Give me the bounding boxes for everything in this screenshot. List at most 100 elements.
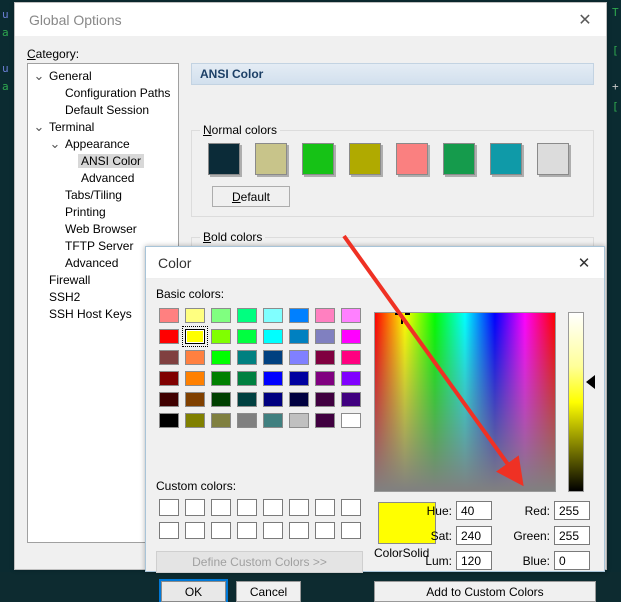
basic-color-cell-13[interactable] <box>286 326 312 347</box>
basic-color-cell-33[interactable] <box>182 389 208 410</box>
custom-color-cell-9[interactable] <box>182 520 208 541</box>
color-gradient-field[interactable] <box>374 312 556 492</box>
basic-color-cell-19[interactable] <box>234 347 260 368</box>
basic-color-cell-20[interactable] <box>260 347 286 368</box>
tree-item-ansi-color[interactable]: ANSI Color <box>28 152 178 169</box>
basic-color-cell-4[interactable] <box>260 305 286 326</box>
basic-color-cell-12[interactable] <box>260 326 286 347</box>
normal-color-swatch-7[interactable] <box>537 143 569 175</box>
close-icon[interactable]: ✕ <box>564 248 604 278</box>
blue-input[interactable]: 0 <box>554 551 590 570</box>
tree-item-configuration-paths[interactable]: Configuration Paths <box>28 84 178 101</box>
custom-color-cell-14[interactable] <box>312 520 338 541</box>
basic-color-cell-3[interactable] <box>234 305 260 326</box>
sat-input[interactable]: 240 <box>456 526 492 545</box>
custom-color-cell-3[interactable] <box>234 497 260 518</box>
custom-color-cell-1[interactable] <box>182 497 208 518</box>
green-input[interactable]: 255 <box>554 526 590 545</box>
chevron-down-icon[interactable]: ⌄ <box>48 137 62 150</box>
basic-color-cell-40[interactable] <box>156 410 182 431</box>
basic-color-cell-38[interactable] <box>312 389 338 410</box>
basic-color-cell-32[interactable] <box>156 389 182 410</box>
normal-color-swatch-2[interactable] <box>302 143 334 175</box>
custom-color-cell-0[interactable] <box>156 497 182 518</box>
close-icon[interactable]: ✕ <box>564 4 606 36</box>
basic-color-cell-31[interactable] <box>338 368 364 389</box>
basic-color-cell-7[interactable] <box>338 305 364 326</box>
basic-color-cell-10[interactable] <box>208 326 234 347</box>
basic-color-cell-15[interactable] <box>338 326 364 347</box>
basic-color-cell-37[interactable] <box>286 389 312 410</box>
custom-color-cell-6[interactable] <box>312 497 338 518</box>
tree-item-appearance[interactable]: ⌄ Appearance <box>28 135 178 152</box>
tree-item-general[interactable]: ⌄ General <box>28 67 178 84</box>
chevron-down-icon[interactable]: ⌄ <box>32 120 46 133</box>
hue-input[interactable]: 40 <box>456 501 492 520</box>
basic-color-cell-42[interactable] <box>208 410 234 431</box>
normal-color-swatch-5[interactable] <box>443 143 475 175</box>
custom-color-cell-7[interactable] <box>338 497 364 518</box>
custom-color-cell-4[interactable] <box>260 497 286 518</box>
basic-color-cell-27[interactable] <box>234 368 260 389</box>
normal-color-swatch-1[interactable] <box>255 143 287 175</box>
basic-color-cell-34[interactable] <box>208 389 234 410</box>
basic-color-cell-5[interactable] <box>286 305 312 326</box>
normal-colors-swatch-row[interactable] <box>208 143 569 175</box>
basic-color-cell-8[interactable] <box>156 326 182 347</box>
basic-color-cell-28[interactable] <box>260 368 286 389</box>
normal-color-swatch-4[interactable] <box>396 143 428 175</box>
basic-color-cell-39[interactable] <box>338 389 364 410</box>
basic-color-cell-18[interactable] <box>208 347 234 368</box>
basic-colors-grid[interactable] <box>156 305 364 431</box>
define-custom-colors-button[interactable]: Define Custom Colors >> <box>156 551 363 573</box>
basic-color-cell-26[interactable] <box>208 368 234 389</box>
basic-color-cell-9[interactable] <box>182 326 208 347</box>
basic-color-cell-46[interactable] <box>312 410 338 431</box>
basic-color-cell-22[interactable] <box>312 347 338 368</box>
custom-color-cell-11[interactable] <box>234 520 260 541</box>
lum-input[interactable]: 120 <box>456 551 492 570</box>
tree-item-printing[interactable]: Printing <box>28 203 178 220</box>
basic-color-cell-35[interactable] <box>234 389 260 410</box>
basic-color-cell-21[interactable] <box>286 347 312 368</box>
hue-saturation-gradient[interactable] <box>375 313 555 491</box>
ok-button[interactable]: OK <box>159 579 228 602</box>
default-button[interactable]: Default <box>212 186 290 207</box>
custom-color-cell-12[interactable] <box>260 520 286 541</box>
basic-color-cell-17[interactable] <box>182 347 208 368</box>
basic-color-cell-29[interactable] <box>286 368 312 389</box>
chevron-down-icon[interactable]: ⌄ <box>32 69 46 82</box>
basic-color-cell-36[interactable] <box>260 389 286 410</box>
custom-color-cell-13[interactable] <box>286 520 312 541</box>
cancel-button[interactable]: Cancel <box>236 581 301 602</box>
basic-color-cell-0[interactable] <box>156 305 182 326</box>
normal-color-swatch-3[interactable] <box>349 143 381 175</box>
custom-color-cell-2[interactable] <box>208 497 234 518</box>
add-to-custom-colors-button[interactable]: Add to Custom Colors <box>374 581 596 602</box>
red-input[interactable]: 255 <box>554 501 590 520</box>
basic-color-cell-45[interactable] <box>286 410 312 431</box>
basic-color-cell-23[interactable] <box>338 347 364 368</box>
normal-color-swatch-0[interactable] <box>208 143 240 175</box>
basic-color-cell-14[interactable] <box>312 326 338 347</box>
tree-item-terminal[interactable]: ⌄ Terminal <box>28 118 178 135</box>
luminance-slider-thumb-icon[interactable] <box>586 375 595 389</box>
tree-item-advanced[interactable]: Advanced <box>28 169 178 186</box>
basic-color-cell-2[interactable] <box>208 305 234 326</box>
basic-color-cell-1[interactable] <box>182 305 208 326</box>
luminance-slider[interactable] <box>568 312 584 492</box>
custom-color-cell-10[interactable] <box>208 520 234 541</box>
basic-color-cell-41[interactable] <box>182 410 208 431</box>
basic-color-cell-11[interactable] <box>234 326 260 347</box>
custom-colors-grid[interactable] <box>156 497 364 543</box>
basic-color-cell-25[interactable] <box>182 368 208 389</box>
tree-item-default-session[interactable]: Default Session <box>28 101 178 118</box>
basic-color-cell-6[interactable] <box>312 305 338 326</box>
basic-color-cell-24[interactable] <box>156 368 182 389</box>
basic-color-cell-47[interactable] <box>338 410 364 431</box>
custom-color-cell-15[interactable] <box>338 520 364 541</box>
basic-color-cell-43[interactable] <box>234 410 260 431</box>
basic-color-cell-30[interactable] <box>312 368 338 389</box>
tree-item-web-browser[interactable]: Web Browser <box>28 220 178 237</box>
basic-color-cell-16[interactable] <box>156 347 182 368</box>
